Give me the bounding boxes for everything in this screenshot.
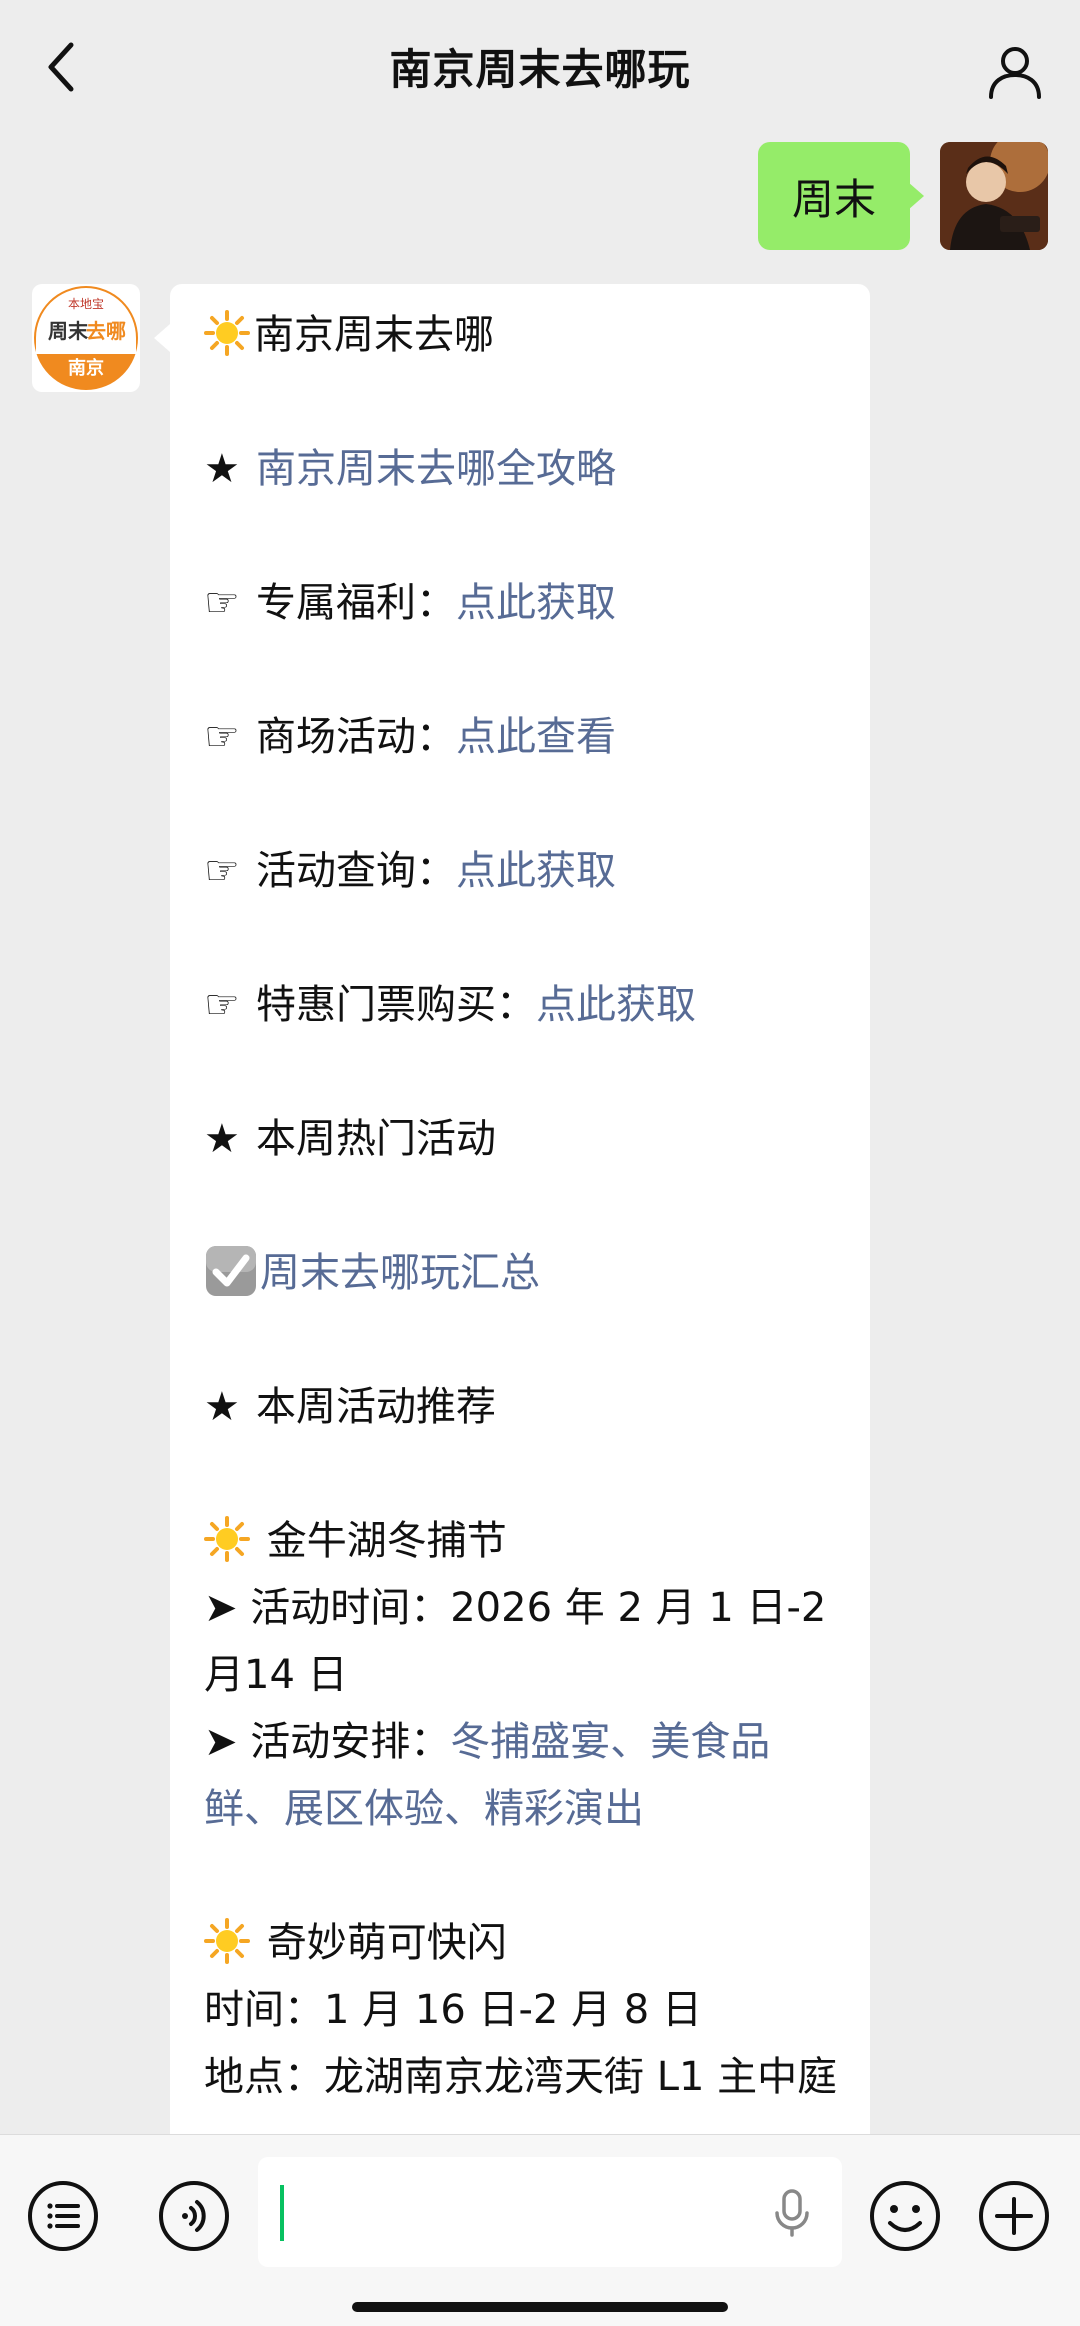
query-link[interactable]: 点此获取: [456, 848, 616, 894]
logo-main-text-a: 周末: [48, 319, 89, 343]
hot-events-line: ★ 本周热门活动: [204, 1106, 840, 1173]
guide-line: ★ 南京周末去哪全攻略: [204, 436, 840, 503]
more-button[interactable]: [977, 2179, 1051, 2253]
voice-wave-icon: [159, 2181, 229, 2251]
mall-link[interactable]: 点此查看: [456, 714, 616, 760]
user-photo: [940, 142, 1048, 250]
chat-info-button[interactable]: [982, 38, 1048, 104]
checkbox-checked-icon: [206, 1246, 256, 1296]
logo-main-text-b: 去哪: [86, 319, 126, 343]
mall-label: 商场活动：: [256, 714, 456, 760]
plus-icon: [979, 2181, 1049, 2251]
star-icon: ★: [204, 1116, 240, 1162]
pointing-hand-icon: ☞: [204, 714, 240, 760]
home-indicator[interactable]: [352, 2302, 728, 2312]
pointing-hand-icon: ☞: [204, 848, 240, 894]
message-list[interactable]: 周末 本地宝 周末 去哪 南京 南京周末去哪 ★ 南京周末去哪全攻略 ☞ 专属福…: [0, 134, 1080, 2134]
chat-header: 南京周末去哪玩: [0, 0, 1080, 134]
pointing-hand-icon: ☞: [204, 982, 240, 1028]
summary-line: 周末去哪玩汇总: [204, 1240, 840, 1307]
sent-bubble[interactable]: 周末: [757, 142, 925, 250]
event2-time-value: 1 月 16 日-2 月 8 日: [324, 1987, 702, 2033]
intro-text: 南京周末去哪: [254, 312, 494, 358]
event1-title-line: 金牛湖冬捕节: [204, 1508, 840, 1575]
star-icon: ★: [204, 1384, 240, 1430]
menu-button[interactable]: [26, 2179, 100, 2253]
official-account-avatar[interactable]: 本地宝 周末 去哪 南京: [32, 284, 140, 392]
recommend-line: ★ 本周活动推荐: [204, 1374, 840, 1441]
recommend-title: 本周活动推荐: [256, 1384, 496, 1430]
event2-title: 奇妙萌可快闪: [266, 1920, 507, 1966]
logo-bottom-text: 南京: [68, 357, 104, 379]
logo-top-text: 本地宝: [68, 297, 104, 311]
event1-time-label: ➤ 活动时间：: [204, 1585, 451, 1631]
microphone-icon[interactable]: [764, 2185, 820, 2241]
query-label: 活动查询：: [256, 848, 456, 894]
received-bubble: 南京周末去哪 ★ 南京周末去哪全攻略 ☞ 专属福利：点此获取 ☞ 商场活动：点此查看 …: [154, 284, 870, 2134]
pointing-hand-icon: ☞: [204, 580, 240, 626]
menu-list-icon: [28, 2181, 98, 2251]
event2-place-label: 地点：: [204, 2054, 324, 2100]
text-caret: [280, 2185, 284, 2241]
event1-plan: ➤ 活动安排：冬捕盛宴、美食品鲜、展区体验、精彩演出: [204, 1709, 840, 1843]
summary-link[interactable]: 周末去哪玩汇总: [260, 1250, 540, 1296]
event1-time: ➤ 活动时间：2026 年 2 月 1 日-2 月14 日: [204, 1575, 840, 1709]
star-icon: ★: [204, 446, 240, 492]
message-input[interactable]: [258, 2157, 842, 2267]
event2-time: 时间：1 月 16 日-2 月 8 日: [204, 1977, 840, 2044]
account-logo: 本地宝 周末 去哪 南京: [34, 286, 138, 390]
benefit-label: 专属福利：: [256, 580, 456, 626]
event2-title-line: 奇妙萌可快闪: [204, 1910, 840, 1977]
voice-button[interactable]: [157, 2179, 231, 2253]
ticket-line: ☞ 特惠门票购买：点此获取: [204, 972, 840, 1039]
ticket-label: 特惠门票购买：: [256, 982, 536, 1028]
mall-line: ☞ 商场活动：点此查看: [204, 704, 840, 771]
benefit-line: ☞ 专属福利：点此获取: [204, 570, 840, 637]
hot-events-title: 本周热门活动: [256, 1116, 496, 1162]
sun-icon: [204, 310, 250, 356]
ticket-link[interactable]: 点此获取: [536, 982, 696, 1028]
chat-title: 南京周末去哪玩: [389, 45, 691, 94]
guide-link[interactable]: 南京周末去哪全攻略: [256, 446, 616, 492]
benefit-link[interactable]: 点此获取: [456, 580, 616, 626]
event2-place-value: 龙湖南京龙湾天街 L1 主中庭: [324, 2054, 838, 2100]
smiley-icon: [870, 2181, 940, 2251]
person-icon: [989, 47, 1041, 99]
sun-icon: [204, 1516, 250, 1562]
sent-message: 周末: [757, 142, 1048, 250]
event1-title: 金牛湖冬捕节: [266, 1518, 507, 1564]
event2-place: 地点：龙湖南京龙湾天街 L1 主中庭: [204, 2044, 840, 2111]
user-avatar[interactable]: [940, 142, 1048, 250]
sun-icon: [204, 1918, 250, 1964]
event2-time-label: 时间：: [204, 1987, 324, 2033]
event1-plan-label: ➤ 活动安排：: [204, 1719, 451, 1765]
intro-line: 南京周末去哪: [204, 302, 840, 369]
input-bar: [0, 2134, 1080, 2326]
emoji-button[interactable]: [868, 2179, 942, 2253]
query-line: ☞ 活动查询：点此获取: [204, 838, 840, 905]
